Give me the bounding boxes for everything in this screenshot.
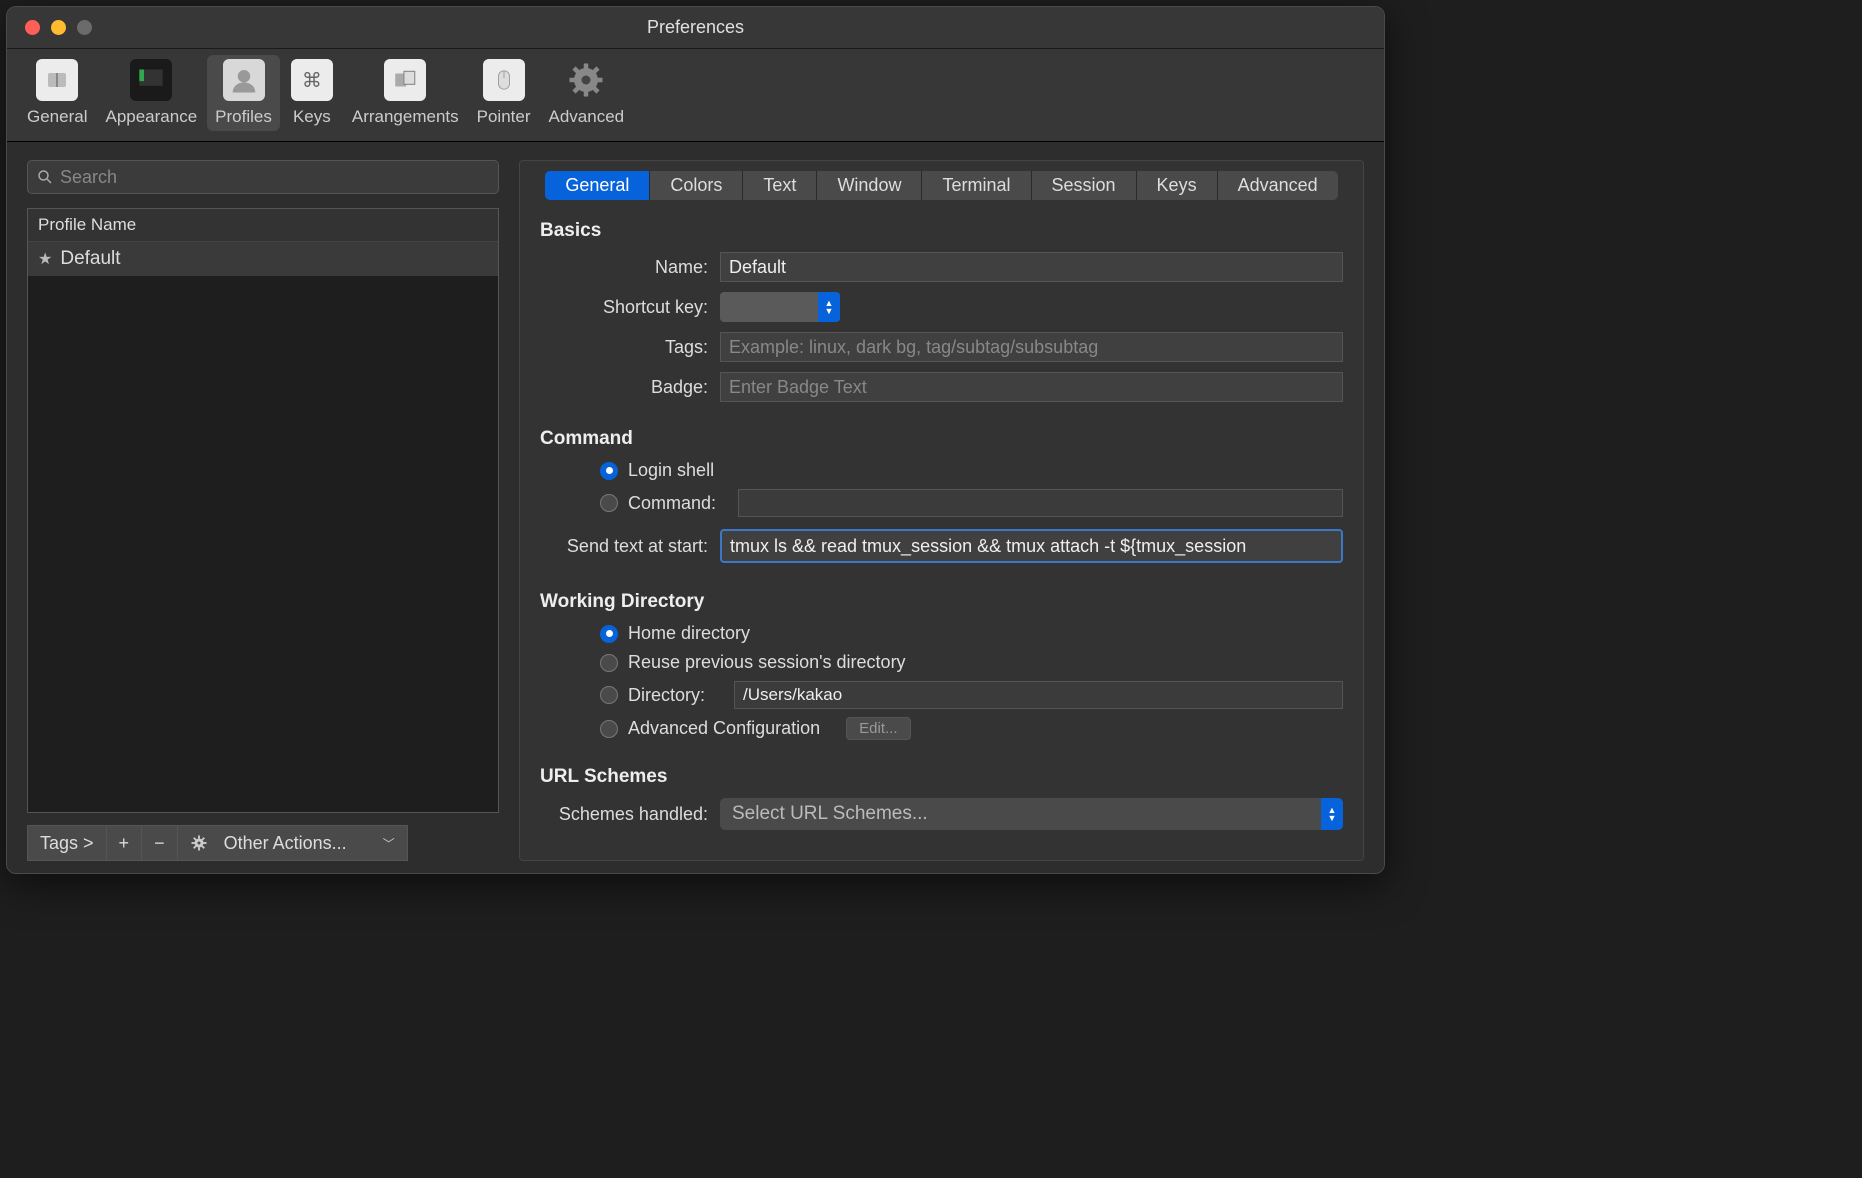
toolbar-tab-label: General (27, 107, 87, 127)
directory-input[interactable] (734, 681, 1343, 709)
shortcut-key-popup[interactable]: ▲▼ (720, 292, 840, 322)
radio-reuse-dir-label: Reuse previous session's directory (628, 652, 906, 673)
toolbar-tab-arrangements[interactable]: Arrangements (344, 55, 467, 131)
section-title-command: Command (540, 428, 1343, 450)
toolbar-tab-label: Arrangements (352, 107, 459, 127)
subtab-terminal[interactable]: Terminal (922, 171, 1031, 200)
subtab-text[interactable]: Text (743, 171, 817, 200)
search-icon (36, 168, 54, 186)
traffic-lights (7, 20, 92, 35)
search-input[interactable] (60, 167, 490, 188)
remove-profile-button[interactable]: − (142, 825, 178, 861)
profile-icon (223, 59, 265, 101)
mouse-icon (483, 59, 525, 101)
toolbar-tab-label: Appearance (105, 107, 197, 127)
sidebar-footer: Tags > + − Other Actions... ﹀ (27, 825, 499, 861)
badge-input[interactable] (720, 372, 1343, 402)
profile-list-header: Profile Name (28, 209, 498, 242)
other-actions-dropdown[interactable]: Other Actions... ﹀ (178, 825, 408, 861)
section-title-basics: Basics (540, 220, 1343, 242)
subtab-general[interactable]: General (545, 171, 650, 200)
profile-row-label: Default (60, 248, 120, 270)
titlebar: Preferences (7, 7, 1384, 49)
toolbar-tab-label: Pointer (477, 107, 531, 127)
gear-icon (565, 59, 607, 101)
toolbar-tab-profiles[interactable]: Profiles (207, 55, 280, 131)
subtab-advanced[interactable]: Advanced (1218, 171, 1338, 200)
other-actions-label: Other Actions... (224, 833, 375, 854)
subtab-session[interactable]: Session (1032, 171, 1137, 200)
toolbar-tab-label: Advanced (549, 107, 625, 127)
badge-label: Badge: (540, 377, 720, 398)
subtab-window[interactable]: Window (817, 171, 922, 200)
toolbar-tab-general[interactable]: General (19, 55, 95, 131)
profiles-sidebar: Profile Name ★ Default Tags > + − Other … (27, 160, 499, 861)
toolbar-tab-advanced[interactable]: Advanced (541, 55, 633, 131)
profile-row-default[interactable]: ★ Default (28, 242, 498, 276)
window-title: Preferences (7, 17, 1384, 38)
radio-home-dir[interactable] (600, 625, 618, 643)
toolbar-tab-keys[interactable]: ⌘ Keys (282, 55, 342, 131)
edit-adv-config-button[interactable]: Edit... (846, 717, 910, 740)
radio-adv-config[interactable] (600, 720, 618, 738)
gear-icon (190, 834, 208, 852)
tags-input[interactable] (720, 332, 1343, 362)
chevron-down-icon: ﹀ (383, 835, 395, 852)
tags-label: Tags: (540, 337, 720, 358)
preferences-window: Preferences General Appearance Profiles … (6, 6, 1385, 874)
slider-icon (36, 59, 78, 101)
subtab-keys[interactable]: Keys (1137, 171, 1218, 200)
radio-login-shell-label: Login shell (628, 460, 714, 481)
send-text-label: Send text at start: (540, 536, 720, 557)
toolbar-tab-label: Profiles (215, 107, 272, 127)
monitor-icon (130, 59, 172, 101)
toolbar-tab-label: Keys (293, 107, 331, 127)
schemes-handled-label: Schemes handled: (540, 804, 720, 825)
command-input[interactable] (738, 489, 1343, 517)
content-area: Profile Name ★ Default Tags > + − Other … (7, 142, 1384, 873)
send-text-input[interactable] (720, 529, 1343, 563)
toolbar-tab-appearance[interactable]: Appearance (97, 55, 205, 131)
close-window-button[interactable] (25, 20, 40, 35)
minimize-window-button[interactable] (51, 20, 66, 35)
tags-toggle-button[interactable]: Tags > (27, 825, 107, 861)
radio-command-label: Command: (628, 493, 728, 514)
radio-adv-config-label: Advanced Configuration (628, 718, 820, 739)
name-input[interactable] (720, 252, 1343, 282)
url-schemes-select[interactable]: Select URL Schemes... ▲▼ (720, 798, 1343, 830)
section-title-working-dir: Working Directory (540, 591, 1343, 613)
command-key-icon: ⌘ (291, 59, 333, 101)
radio-directory[interactable] (600, 686, 618, 704)
toolbar: General Appearance Profiles ⌘ Keys Arran… (7, 49, 1384, 142)
shortcut-label: Shortcut key: (540, 297, 720, 318)
profile-subtabs: General Colors Text Window Terminal Sess… (540, 171, 1343, 200)
subtab-colors[interactable]: Colors (650, 171, 743, 200)
profile-list: Profile Name ★ Default (27, 208, 499, 813)
section-title-url: URL Schemes (540, 766, 1343, 788)
profile-settings-pane: General Colors Text Window Terminal Sess… (519, 160, 1364, 861)
star-icon: ★ (38, 249, 52, 269)
url-schemes-placeholder: Select URL Schemes... (732, 803, 928, 825)
radio-command[interactable] (600, 494, 618, 512)
radio-home-dir-label: Home directory (628, 623, 750, 644)
popup-arrows-icon: ▲▼ (1321, 798, 1343, 830)
radio-reuse-dir[interactable] (600, 654, 618, 672)
toolbar-tab-pointer[interactable]: Pointer (469, 55, 539, 131)
name-label: Name: (540, 257, 720, 278)
radio-login-shell[interactable] (600, 462, 618, 480)
add-profile-button[interactable]: + (107, 825, 143, 861)
popup-arrows-icon: ▲▼ (818, 292, 840, 322)
radio-directory-label: Directory: (628, 685, 724, 706)
search-box[interactable] (27, 160, 499, 194)
windows-icon (384, 59, 426, 101)
zoom-window-button[interactable] (77, 20, 92, 35)
